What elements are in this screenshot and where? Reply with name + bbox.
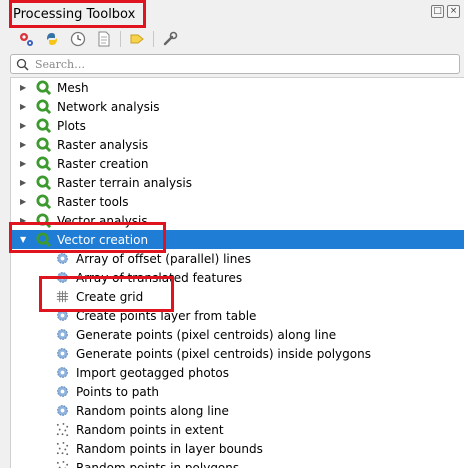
tree-group-label: Raster terrain analysis xyxy=(57,175,192,190)
chevron-right-icon[interactable]: ▶ xyxy=(20,159,28,168)
tool-item-points-to-path[interactable]: Points to path xyxy=(11,382,464,401)
tool-item-random-points-in-polygons[interactable]: Random points in polygons xyxy=(11,458,464,468)
tool-item-random-points-in-extent[interactable]: Random points in extent xyxy=(11,420,464,439)
chevron-right-icon[interactable]: ▶ xyxy=(20,121,28,130)
chevron-right-icon[interactable]: ▶ xyxy=(20,140,28,149)
tool-item-label: Random points along line xyxy=(76,403,229,418)
tree-group-raster-tools[interactable]: ▶ Raster tools xyxy=(11,192,464,211)
wrench-icon xyxy=(163,31,178,46)
tool-item-random-points-along-line[interactable]: Random points along line xyxy=(11,401,464,420)
tree-group-mesh[interactable]: ▶ Mesh xyxy=(11,78,464,97)
tree-group-label: Raster tools xyxy=(57,194,129,209)
dots-icon xyxy=(56,422,69,437)
tool-item-label: Points to path xyxy=(76,384,160,399)
gear-icon xyxy=(57,386,68,397)
chevron-right-icon[interactable]: ▶ xyxy=(20,178,28,187)
qgis-icon xyxy=(36,175,51,190)
edit-features-button[interactable] xyxy=(127,29,147,49)
clock-icon xyxy=(70,31,86,47)
restore-icon[interactable]: □ xyxy=(431,5,444,18)
gear-icon xyxy=(57,348,68,359)
close-icon[interactable]: × xyxy=(447,5,460,18)
tool-item-label: Generate points (pixel centroids) along … xyxy=(76,327,337,342)
tool-item-label: Random points in layer bounds xyxy=(76,441,263,456)
gear-models-icon xyxy=(20,33,33,46)
tree-group-label: Raster analysis xyxy=(57,137,149,152)
tree-group-network-analysis[interactable]: ▶ Network analysis xyxy=(11,97,464,116)
gear-icon xyxy=(57,253,68,264)
tool-item-generate-points-pixel-centroids-inside-polygons[interactable]: Generate points (pixel centroids) inside… xyxy=(11,344,464,363)
tree-group-raster-creation[interactable]: ▶ Raster creation xyxy=(11,154,464,173)
options-button[interactable] xyxy=(160,29,180,49)
search-input[interactable] xyxy=(35,56,450,72)
tool-item-label: Import geotagged photos xyxy=(76,365,229,380)
title-bar: Processing Toolbox □ × xyxy=(0,0,464,28)
tool-item-import-geotagged-photos[interactable]: Import geotagged photos xyxy=(11,363,464,382)
tree-group-raster-terrain-analysis[interactable]: ▶ Raster terrain analysis xyxy=(11,173,464,192)
qgis-icon xyxy=(36,80,51,95)
dots-icon xyxy=(56,460,69,468)
tool-item-label: Random points in extent xyxy=(76,422,224,437)
tree-group-raster-analysis[interactable]: ▶ Raster analysis xyxy=(11,135,464,154)
left-gutter xyxy=(0,77,10,468)
results-button[interactable] xyxy=(94,29,114,49)
tree-group-label: Raster creation xyxy=(57,156,149,171)
toolbar-separator xyxy=(120,31,121,47)
qgis-icon xyxy=(36,137,51,152)
tool-item-generate-points-pixel-centroids-along-line[interactable]: Generate points (pixel centroids) along … xyxy=(11,325,464,344)
tree-group-plots[interactable]: ▶ Plots xyxy=(11,116,464,135)
tree-group-label: Network analysis xyxy=(57,99,160,114)
toolbar-separator xyxy=(153,31,154,47)
models-button[interactable] xyxy=(16,29,36,49)
gear-icon xyxy=(57,329,68,340)
window-buttons: □ × xyxy=(431,5,460,18)
dots-icon xyxy=(56,441,69,456)
gear-icon xyxy=(57,405,68,416)
tool-item-label: Array of offset (parallel) lines xyxy=(76,251,252,266)
history-button[interactable] xyxy=(68,29,88,49)
vector-creation-highlight-box xyxy=(9,222,166,253)
algorithm-tree: ▶ Mesh ▶ Network analysis ▶ Plots ▶ Raster anal… xyxy=(10,77,464,468)
chevron-right-icon[interactable]: ▶ xyxy=(20,197,28,206)
tool-item-random-points-in-layer-bounds[interactable]: Random points in layer bounds xyxy=(11,439,464,458)
qgis-icon xyxy=(36,194,51,209)
qgis-icon xyxy=(36,156,51,171)
scripts-button[interactable] xyxy=(42,29,62,49)
pencil-icon xyxy=(130,34,144,44)
chevron-right-icon[interactable]: ▶ xyxy=(20,102,28,111)
tool-item-label: Random points in polygons xyxy=(76,460,240,468)
toolbar xyxy=(16,28,180,50)
chevron-right-icon[interactable]: ▶ xyxy=(20,83,28,92)
gear-icon xyxy=(57,367,68,378)
tool-item-label: Generate points (pixel centroids) inside… xyxy=(76,346,371,361)
search-icon xyxy=(16,58,29,71)
document-icon xyxy=(98,31,110,47)
tree-group-label: Mesh xyxy=(57,80,89,95)
qgis-icon xyxy=(36,118,51,133)
python-icon xyxy=(47,33,57,45)
create-grid-highlight-box xyxy=(39,276,174,312)
search-box xyxy=(10,54,460,74)
tree-group-label: Plots xyxy=(57,118,86,133)
processing-toolbox-panel: Processing Toolbox □ × Search… ▶ Mesh ▶ … xyxy=(0,0,464,468)
title-highlight-box xyxy=(9,0,146,28)
qgis-icon xyxy=(36,99,51,114)
